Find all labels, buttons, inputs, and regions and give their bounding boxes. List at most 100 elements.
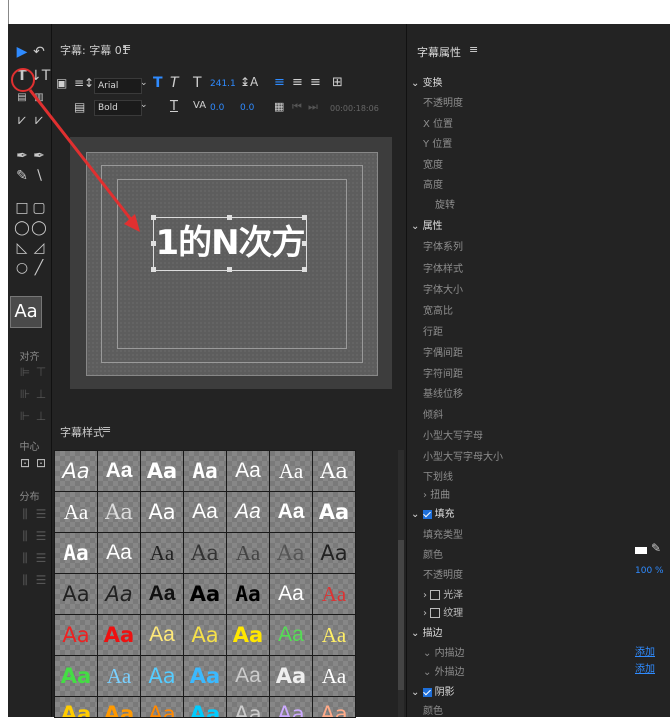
template-icon[interactable]: ▤ <box>74 100 85 114</box>
align-top-icon[interactable]: ⊤ <box>32 364 50 380</box>
clipped-corner-tool-icon[interactable]: ◯ <box>13 220 31 236</box>
rounded-rectangle-tool-icon[interactable]: ▢ <box>30 200 48 216</box>
distribute-top-icon[interactable]: ☰ <box>32 506 50 522</box>
style-swatch[interactable]: Aa <box>97 532 141 574</box>
style-swatch[interactable]: Aa <box>97 491 141 533</box>
style-swatch[interactable]: Aa <box>312 491 356 533</box>
style-swatch[interactable]: Aa <box>226 450 270 492</box>
rotation-tool-icon[interactable]: ↶ <box>30 44 48 60</box>
style-swatch[interactable]: Aa <box>54 696 98 718</box>
style-swatch[interactable]: Aa <box>226 532 270 574</box>
add-outer-stroke-link[interactable]: 添加 <box>635 660 655 675</box>
title-tab[interactable]: 字幕: 字幕 01 <box>60 42 129 58</box>
font-size-value[interactable]: 241.1 <box>210 79 236 89</box>
style-swatch[interactable]: Aa <box>183 450 227 492</box>
attributes-section[interactable]: ⌄ 属性 <box>411 217 443 232</box>
style-swatch[interactable]: Aa <box>312 450 356 492</box>
distort-row[interactable]: › 扭曲 <box>423 486 450 501</box>
style-swatch[interactable]: Aa <box>226 614 270 656</box>
underline-icon[interactable]: T <box>170 99 178 114</box>
fill-checkbox[interactable] <box>422 509 432 519</box>
style-swatch[interactable]: Aa <box>140 573 184 615</box>
new-title-icon[interactable]: ▣ <box>56 76 67 90</box>
add-inner-stroke-link[interactable]: 添加 <box>635 643 655 658</box>
eyedropper-icon[interactable]: ✎ <box>651 541 661 555</box>
sheen-row[interactable]: › 光泽 <box>423 586 463 601</box>
rounded-corner-tool-icon[interactable]: ◯ <box>30 220 48 236</box>
style-swatch[interactable]: Aa <box>97 450 141 492</box>
shadow-section[interactable]: ⌄ 阴影 <box>411 683 455 698</box>
line-tool-icon[interactable]: ╱ <box>30 260 48 276</box>
style-swatch[interactable]: Aa <box>97 614 141 656</box>
align-center-text-icon[interactable]: ≡ <box>292 75 303 90</box>
sheen-checkbox[interactable] <box>430 590 441 600</box>
kerning-value[interactable]: 0.0 <box>210 103 224 113</box>
previous-frame-icon[interactable]: ⏮ <box>292 100 302 114</box>
scrollbar-thumb[interactable] <box>398 540 404 690</box>
resize-handle[interactable] <box>151 241 156 246</box>
outer-stroke-row[interactable]: ⌄ 外描边 <box>423 663 465 678</box>
resize-handle[interactable] <box>151 215 156 220</box>
path-type-tool-icon[interactable]: ⩗ <box>13 112 31 128</box>
style-swatch[interactable]: Aa <box>226 696 270 718</box>
style-swatch[interactable]: Aa <box>54 614 98 656</box>
selection-tool-icon[interactable]: ▶ <box>13 44 31 60</box>
wedge-tool-icon[interactable]: ◺ <box>13 240 31 256</box>
align-bottom-icon[interactable]: ⊥ <box>32 408 50 424</box>
style-swatch[interactable]: Aa <box>269 573 313 615</box>
tracking-value[interactable]: 0.0 <box>240 103 254 113</box>
align-left-text-icon[interactable]: ≡ <box>274 75 285 90</box>
strokes-section[interactable]: ⌄ 描边 <box>411 624 443 639</box>
add-anchor-tool-icon[interactable]: ✎ <box>13 168 31 184</box>
convert-anchor-tool-icon[interactable]: ∖ <box>30 168 48 184</box>
resize-handle[interactable] <box>302 267 307 272</box>
vertical-path-type-tool-icon[interactable]: ⩗ <box>30 112 48 128</box>
distribute-middle-icon[interactable]: ☰ <box>32 528 50 544</box>
style-swatch[interactable]: Aa <box>140 655 184 697</box>
align-right-text-icon[interactable]: ≡ <box>310 75 321 90</box>
style-swatch[interactable]: Aa <box>183 532 227 574</box>
texture-checkbox[interactable] <box>430 608 441 618</box>
ellipse-tool-icon[interactable]: ○ <box>13 260 31 276</box>
style-swatch[interactable]: Aa <box>312 532 356 574</box>
texture-row[interactable]: › 纹理 <box>423 604 463 619</box>
style-swatch[interactable]: Aa <box>312 655 356 697</box>
style-swatch[interactable]: Aa <box>97 696 141 718</box>
properties-title[interactable]: 字幕属性 <box>417 44 461 60</box>
arc-tool-icon[interactable]: ◿ <box>30 240 48 256</box>
vertical-area-type-tool-icon[interactable]: ▥ <box>30 90 48 106</box>
rectangle-tool-icon[interactable]: □ <box>13 200 31 216</box>
shadow-checkbox[interactable] <box>422 687 432 697</box>
resize-handle[interactable] <box>302 215 307 220</box>
title-canvas[interactable]: 1的N次方 <box>86 152 378 376</box>
style-swatch[interactable]: Aa <box>97 573 141 615</box>
properties-menu-icon[interactable]: ≡ <box>469 43 478 56</box>
styles-panel-title[interactable]: 字幕样式 <box>60 424 104 440</box>
resize-handle[interactable] <box>227 267 232 272</box>
font-family-select[interactable]: Arial <box>94 78 142 94</box>
style-swatch[interactable]: Aa <box>312 573 356 615</box>
font-family-chevron-down-icon[interactable]: ⌄ <box>140 78 148 88</box>
style-swatch[interactable]: Aa <box>183 614 227 656</box>
transform-section[interactable]: ⌄ 变换 <box>411 74 443 89</box>
style-swatch[interactable]: Aa <box>54 532 98 574</box>
title-text[interactable]: 1的N次方 <box>154 220 306 266</box>
distribute-even-v-icon[interactable]: ☰ <box>32 572 50 588</box>
font-style-select[interactable]: Bold <box>94 100 142 116</box>
style-swatch[interactable]: Aa <box>312 696 356 718</box>
inner-stroke-row[interactable]: ⌄ 内描边 <box>423 644 465 659</box>
bold-icon[interactable]: T <box>153 75 163 91</box>
fill-section[interactable]: ⌄ 填充 <box>411 505 455 520</box>
style-swatch[interactable]: Aa <box>312 614 356 656</box>
style-swatch[interactable]: Aa <box>54 450 98 492</box>
pen-tool-icon[interactable]: ✒ <box>13 148 31 164</box>
style-swatch[interactable]: Aa <box>140 696 184 718</box>
style-swatch[interactable]: Aa <box>140 614 184 656</box>
style-swatch[interactable]: Aa <box>226 655 270 697</box>
style-swatch[interactable]: Aa <box>269 532 313 574</box>
style-swatch[interactable]: Aa <box>140 450 184 492</box>
tab-stops-icon[interactable]: ⊞ <box>332 75 343 90</box>
style-swatch[interactable]: Aa <box>269 491 313 533</box>
fill-color-swatch[interactable] <box>635 547 647 554</box>
show-background-icon[interactable]: ▦ <box>274 100 284 113</box>
